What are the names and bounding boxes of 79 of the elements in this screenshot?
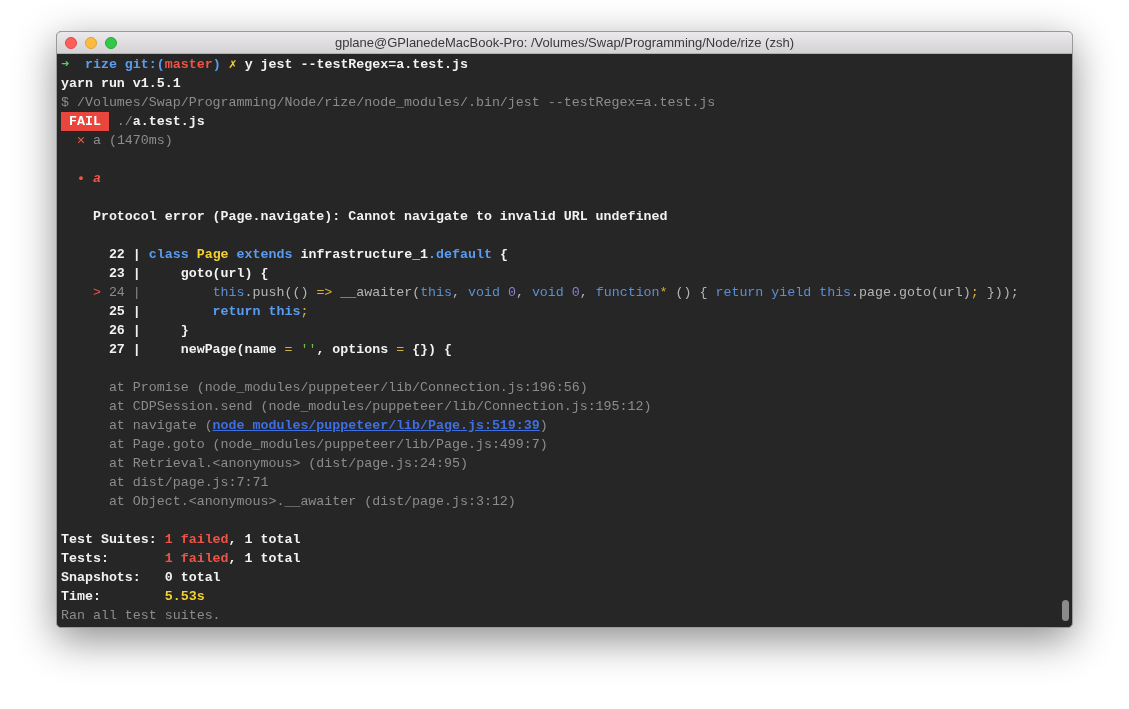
terminal-text: a.test.js	[132, 113, 205, 131]
scrollbar-thumb[interactable]	[1061, 600, 1069, 621]
code-text: }));	[985, 284, 1019, 302]
terminal-text: ./	[115, 113, 133, 131]
code-text: void	[531, 284, 564, 302]
terminal-text: Protocol error (Page.navigate): Cannot navigate to invalid URL undefined	[91, 208, 668, 226]
code-text: ,	[579, 284, 589, 302]
prompt-arrow: ➜	[61, 56, 69, 74]
terminal-text: infrastructure_1	[299, 246, 429, 264]
code-text: *	[659, 284, 668, 302]
code-text: return yield this	[715, 284, 852, 302]
terminal-text: Tests:	[61, 550, 110, 568]
close-button[interactable]	[65, 36, 77, 49]
code-text: 0	[570, 284, 580, 302]
code-text: .page.goto(url)	[851, 284, 971, 302]
code-text: ''	[299, 341, 317, 359]
code-text: ,	[515, 284, 525, 302]
terminal-text: 26 | }	[107, 322, 189, 340]
terminal-text: Test Suites:	[61, 531, 158, 549]
code-text: .default	[428, 246, 492, 264]
terminal-text: 24 |	[107, 284, 141, 302]
terminal-text: 23 | goto(url) {	[107, 265, 269, 283]
terminal-text: , options	[316, 341, 390, 359]
terminal-text: at Page.goto (node_modules/puppeteer/lib/Page.js:499:7)	[107, 436, 548, 454]
terminal-text: at CDPSession.send (node_modules/puppeteer/lib/Connection.js:195:12)	[107, 398, 652, 416]
terminal-text: Ran all test suites.	[61, 607, 221, 625]
file-link[interactable]: node_modules/puppeteer/lib/Page.js:519:39	[212, 416, 540, 435]
prompt-text: )	[212, 56, 221, 74]
terminal-text: 25 |	[107, 303, 142, 321]
terminal-text: master	[164, 56, 213, 74]
code-text: __awaiter(	[339, 284, 421, 302]
terminal-text: 1 failed	[164, 550, 229, 568]
code-text: return this	[211, 303, 301, 321]
terminal-text: at dist/page.js:7:71	[107, 474, 269, 492]
code-text: extends	[235, 246, 293, 264]
terminal-text: {	[498, 246, 508, 264]
terminal-text: 22 |	[107, 246, 142, 264]
fail-badge: FAIL	[61, 112, 109, 131]
terminal-text: at Object.<anonymous>.__awaiter (dist/page.js:3:12)	[107, 493, 516, 511]
terminal-text: 27 | newPage(name	[107, 341, 278, 359]
terminal-text: $ /Volumes/Swap/Programming/Node/rize/node_modules/.bin/jest --testRegex=a.test.js	[61, 94, 716, 112]
terminal-text: Time:	[61, 588, 102, 606]
terminal-text: a (1470ms)	[91, 132, 173, 150]
code-text: =>	[316, 284, 333, 302]
code-text: =	[284, 341, 293, 359]
code-text: ;	[970, 284, 979, 302]
code-text: class	[148, 246, 189, 264]
terminal-text: yarn run v1.5.1	[61, 75, 181, 93]
code-text: this	[211, 284, 245, 302]
error-marker: >	[91, 284, 101, 302]
terminal-text: )	[539, 417, 548, 435]
minimize-button[interactable]	[85, 36, 97, 49]
terminal-text: 5.53s	[164, 588, 205, 606]
terminal-text: at Promise (node_modules/puppeteer/lib/Connection.js:196:56)	[107, 379, 588, 397]
code-text: ;	[300, 303, 309, 321]
window-title: gplane@GPlanedeMacBook-Pro: /Volumes/Swap/Programming/Node/rize (zsh)	[335, 33, 794, 52]
prompt-text: rize git:(	[83, 56, 165, 74]
code-text: this	[420, 284, 453, 302]
terminal-text: ✕	[75, 132, 85, 150]
code-text: .push(()	[244, 284, 310, 302]
terminal-text: •	[75, 170, 85, 188]
terminal-text: y jest --testRegex=a.test.js	[243, 56, 469, 74]
code-text: () {	[674, 284, 709, 302]
terminal-text: , 1 total	[228, 531, 301, 549]
terminal-text: Snapshots: 0 total	[61, 569, 221, 587]
code-text: ,	[452, 284, 462, 302]
zoom-button[interactable]	[105, 36, 117, 49]
terminal-text: 1 failed	[164, 531, 229, 549]
code-text: =	[396, 341, 405, 359]
terminal-text: {}) {	[411, 341, 453, 359]
terminal-text: , 1 total	[228, 550, 301, 568]
terminal-text: at Retrieval.<anonymous> (dist/page.js:24:95)	[107, 455, 468, 473]
code-text: void	[468, 284, 500, 302]
terminal-text: at navigate (	[107, 417, 213, 435]
test-name: a	[91, 170, 101, 188]
terminal-text: ✗	[227, 56, 237, 74]
code-text: 0	[506, 284, 516, 302]
terminal-text: Page	[195, 246, 229, 264]
code-text: function	[595, 284, 660, 302]
